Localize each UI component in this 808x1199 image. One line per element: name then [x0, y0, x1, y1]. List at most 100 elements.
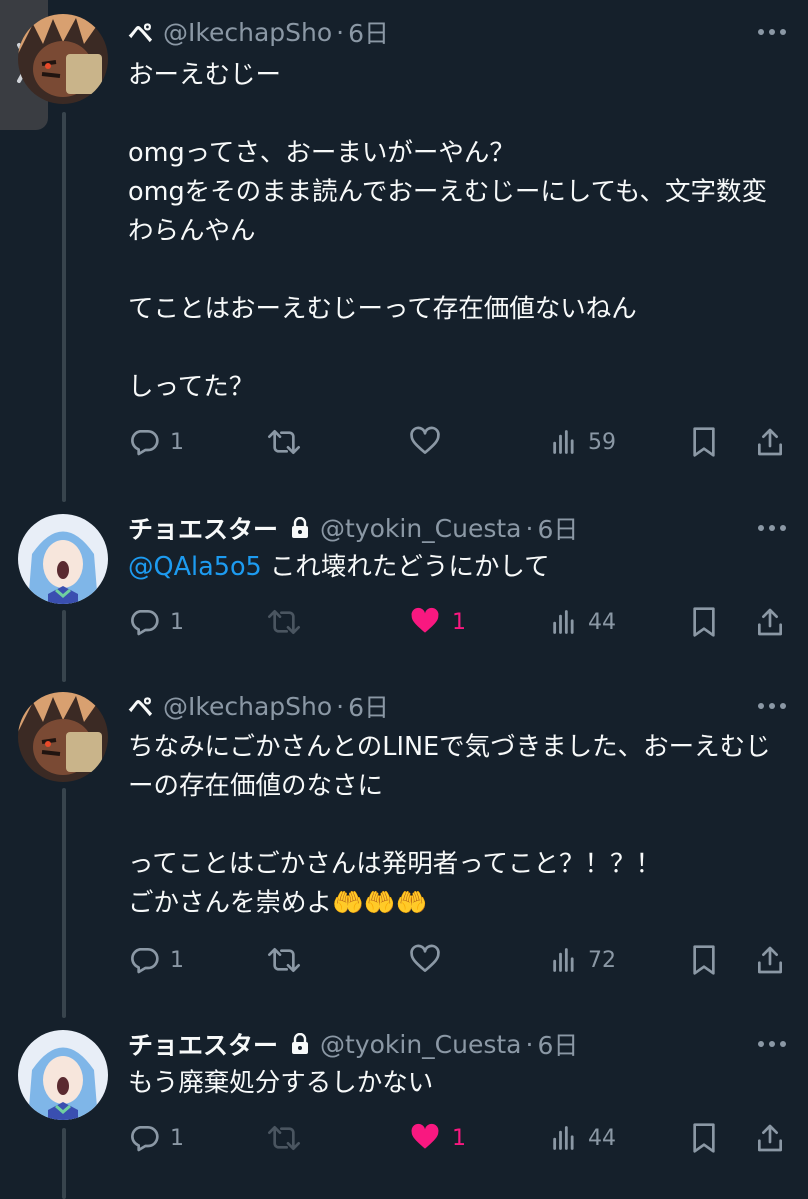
timestamp[interactable]: 6日 [348, 688, 389, 724]
reply-button[interactable]: 1 [128, 1118, 184, 1158]
display-name[interactable]: ペ [128, 688, 153, 724]
more-options-icon[interactable] [758, 510, 786, 546]
tweet-header: チョエスター @tyokin_Cuesta · 6日 [128, 510, 578, 546]
reply-icon [128, 606, 160, 638]
like-count: 1 [452, 609, 466, 635]
tweet-text: もう廃棄処分するしかない [128, 1068, 434, 1098]
share-icon [754, 606, 786, 638]
retweet-button[interactable] [266, 940, 312, 980]
views-button[interactable]: 44 [550, 1118, 616, 1158]
share-button[interactable] [754, 940, 786, 980]
bookmark-button[interactable] [690, 1118, 718, 1158]
mention-link[interactable]: @QAla5o5 [128, 552, 262, 582]
reply-count: 1 [170, 947, 184, 973]
share-button[interactable] [754, 602, 786, 642]
like-button[interactable]: 1 [408, 1118, 466, 1158]
views-button[interactable]: 59 [550, 422, 616, 462]
tweet-text-body: これ壊れたどうにかして [261, 552, 550, 582]
action-bar: 1 59 [0, 422, 808, 462]
share-button[interactable] [754, 422, 786, 462]
tweet-header: ペ @IkechapSho · 6日 [128, 14, 389, 50]
display-name[interactable]: チョエスター [128, 510, 278, 546]
views-count: 59 [588, 429, 616, 455]
action-bar: 1 72 [0, 940, 808, 980]
views-chart-icon [550, 946, 578, 974]
display-name[interactable]: ペ [128, 14, 153, 50]
separator: · [525, 513, 534, 543]
tweet[interactable]: ペ @IkechapSho · 6日 おーえむじー omgってさ、おーまいがーや… [0, 0, 808, 480]
heart-icon [408, 944, 442, 976]
bookmark-button[interactable] [690, 422, 718, 462]
heart-icon [408, 426, 442, 458]
separator: · [525, 1029, 534, 1059]
reply-count: 1 [170, 1125, 184, 1151]
tweet[interactable]: チョエスター @tyokin_Cuesta · 6日 もう廃棄処分するしかない … [0, 1018, 808, 1199]
retweet-icon [266, 426, 302, 458]
bookmark-icon [690, 606, 718, 638]
tweet-header: チョエスター @tyokin_Cuesta · 6日 [128, 1026, 578, 1062]
timestamp[interactable]: 6日 [537, 1026, 578, 1062]
share-icon [754, 1122, 786, 1154]
retweet-icon [266, 944, 302, 976]
reply-button[interactable]: 1 [128, 940, 184, 980]
avatar[interactable] [18, 14, 108, 104]
share-icon [754, 426, 786, 458]
timestamp[interactable]: 6日 [537, 510, 578, 546]
like-count: 1 [452, 1125, 466, 1151]
views-chart-icon [550, 608, 578, 636]
bookmark-button[interactable] [690, 940, 718, 980]
views-chart-icon [550, 428, 578, 456]
share-button[interactable] [754, 1118, 786, 1158]
retweet-icon [266, 1122, 302, 1154]
bookmark-icon [690, 426, 718, 458]
avatar[interactable] [18, 514, 108, 604]
retweet-button[interactable] [266, 602, 312, 642]
heart-filled-icon [408, 1122, 442, 1154]
like-button[interactable] [408, 940, 452, 980]
reply-icon [128, 426, 160, 458]
retweet-button[interactable] [266, 422, 312, 462]
display-name[interactable]: チョエスター [128, 1026, 278, 1062]
user-handle[interactable]: @IkechapSho [163, 692, 332, 721]
separator: · [336, 691, 345, 721]
reply-button[interactable]: 1 [128, 602, 184, 642]
reply-count: 1 [170, 429, 184, 455]
user-handle[interactable]: @tyokin_Cuesta [320, 1030, 522, 1059]
tweet-text: ちなみにごかさんとのLINEで気づきました、おーえむじーの存在価値のなさに って… [128, 732, 771, 918]
bookmark-icon [690, 944, 718, 976]
tweet-header: ペ @IkechapSho · 6日 [128, 688, 389, 724]
more-options-icon[interactable] [758, 688, 786, 724]
more-options-icon[interactable] [758, 1026, 786, 1062]
bookmark-button[interactable] [690, 602, 718, 642]
avatar[interactable] [18, 1030, 108, 1120]
retweet-button[interactable] [266, 1118, 312, 1158]
reply-icon [128, 1122, 160, 1154]
timestamp[interactable]: 6日 [348, 14, 389, 50]
action-bar: 1 1 44 [0, 1118, 808, 1158]
user-handle[interactable]: @IkechapSho [163, 18, 332, 47]
heart-filled-icon [408, 606, 442, 638]
reply-icon [128, 944, 160, 976]
reply-button[interactable]: 1 [128, 422, 184, 462]
tweet[interactable]: チョエスター @tyokin_Cuesta · 6日 @QAla5o5 これ壊れ… [0, 500, 808, 670]
more-options-icon[interactable] [758, 14, 786, 50]
like-button[interactable]: 1 [408, 602, 466, 642]
tweet-text: おーえむじー omgってさ、おーまいがーやん？ omgをそのまま読んでおーえむじ… [128, 60, 768, 402]
retweet-icon [266, 606, 302, 638]
separator: · [336, 17, 345, 47]
tweet-text: @QAla5o5 これ壊れたどうにかして [128, 548, 778, 587]
lock-icon [290, 1033, 310, 1055]
views-count: 44 [588, 609, 616, 635]
like-button[interactable] [408, 422, 452, 462]
tweet[interactable]: ペ @IkechapSho · 6日 ちなみにごかさんとのLINEで気づきました… [0, 680, 808, 1000]
views-button[interactable]: 72 [550, 940, 616, 980]
bookmark-icon [690, 1122, 718, 1154]
lock-icon [290, 517, 310, 539]
views-button[interactable]: 44 [550, 602, 616, 642]
views-count: 72 [588, 947, 616, 973]
views-count: 44 [588, 1125, 616, 1151]
share-icon [754, 944, 786, 976]
avatar[interactable] [18, 692, 108, 782]
user-handle[interactable]: @tyokin_Cuesta [320, 514, 522, 543]
views-chart-icon [550, 1124, 578, 1152]
